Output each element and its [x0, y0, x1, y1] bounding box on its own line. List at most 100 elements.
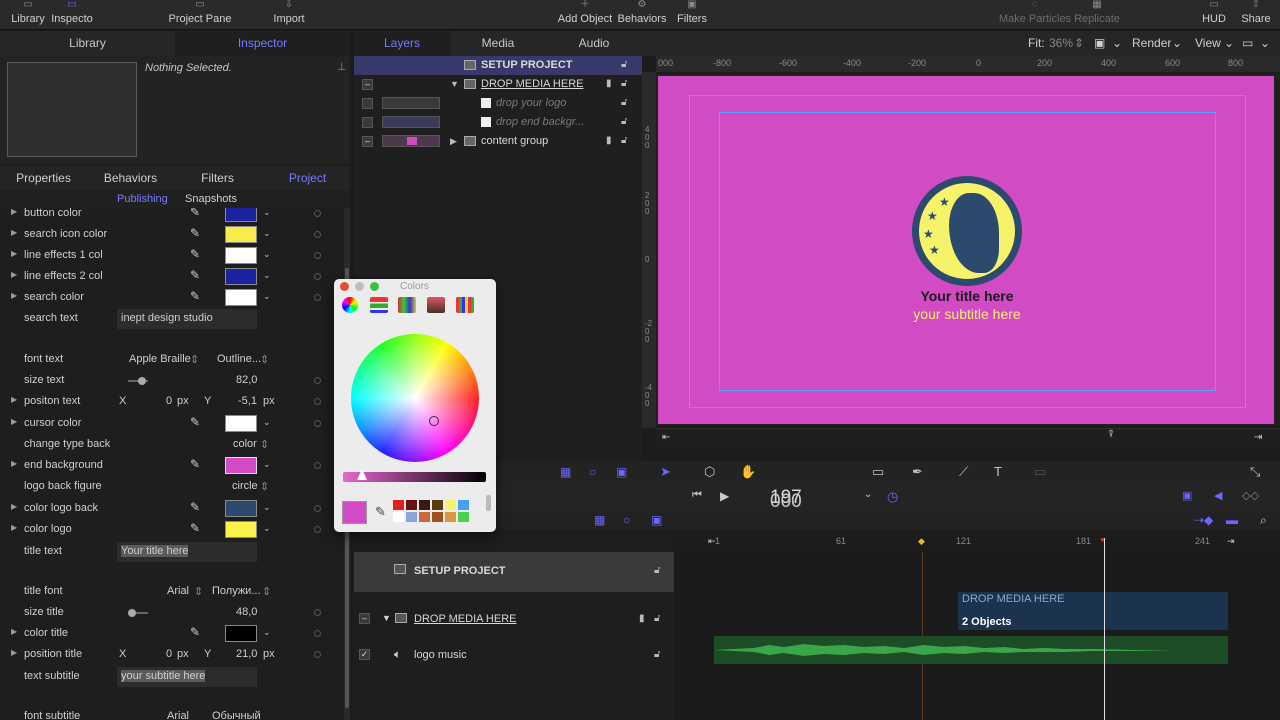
chevron-down-icon[interactable]: ⌄ — [263, 417, 271, 428]
zoom-window-icon[interactable] — [370, 282, 379, 291]
color-swatch[interactable] — [225, 500, 257, 517]
eyedropper-icon[interactable]: ✎ — [190, 521, 200, 535]
font-family-select[interactable]: Arial — [167, 710, 189, 720]
link-icon[interactable]: ▮ — [639, 613, 645, 624]
palette-swatch[interactable] — [445, 512, 456, 522]
disclosure-arrow-icon[interactable]: ▶ — [11, 270, 17, 279]
slider-knob[interactable] — [138, 377, 146, 385]
mini-playhead-icon[interactable]: ⍒ — [1108, 429, 1114, 440]
stack-icon[interactable]: ▣ — [616, 465, 627, 479]
keyframe-dot-icon[interactable] — [314, 420, 321, 427]
tab-layers[interactable]: Layers — [354, 31, 450, 56]
chevron-down-icon[interactable]: ⌄ — [263, 208, 271, 218]
playhead-marker-icon[interactable]: ⯆ — [1099, 536, 1106, 547]
image-palette-mode-icon[interactable] — [427, 297, 445, 313]
font-style-select[interactable]: Обычный — [212, 710, 261, 720]
chevron-down-icon[interactable]: ⌄ — [263, 459, 271, 470]
import-button[interactable]: ⇩ Import — [268, 0, 310, 30]
color-swatch[interactable] — [225, 247, 257, 264]
replicate-button[interactable]: ▦ Replicate — [1074, 0, 1120, 30]
palette-swatch[interactable] — [432, 500, 443, 510]
eyedropper-icon[interactable]: ✎ — [190, 415, 200, 429]
lock-icon[interactable]: 🔓︎ — [654, 613, 660, 624]
drop-media-clip[interactable]: DROP MEDIA HERE 2 Objects — [958, 592, 1228, 630]
logo-music-clip[interactable] — [714, 636, 1228, 664]
close-icon[interactable] — [340, 282, 349, 291]
keyframe-dot-icon[interactable] — [314, 252, 321, 259]
go-to-start-icon[interactable]: ⏮ — [692, 489, 702, 502]
color-swatch[interactable] — [225, 268, 257, 285]
chevron-down-icon[interactable]: ⌄ — [263, 502, 271, 513]
track-row[interactable]: – ▼ DROP MEDIA HERE ▮ 🔓︎ — [354, 600, 674, 640]
shape-tool-icon[interactable]: ▭ — [872, 464, 884, 480]
share-button[interactable]: ⇧ Share — [1240, 0, 1272, 30]
canvas-subtitle-text[interactable]: your subtitle here — [858, 306, 1076, 322]
eyedropper-icon[interactable]: ✎ — [190, 247, 200, 261]
chevron-down-icon[interactable]: ⌄ — [1172, 36, 1182, 50]
disclosure-arrow-icon[interactable]: ▶ — [11, 627, 17, 636]
disclosure-arrow-icon[interactable]: ▶ — [11, 648, 17, 657]
color-wheel-mode-icon[interactable] — [342, 297, 358, 313]
chevron-down-icon[interactable]: ⌄ — [1224, 36, 1234, 50]
x-value[interactable]: 0 — [166, 648, 172, 660]
loop-icon[interactable]: ◷ — [887, 489, 898, 505]
layer-row[interactable]: – ▼ DROP MEDIA HERE ▮ 🔓︎ — [354, 75, 642, 94]
disclosure-arrow-icon[interactable]: ▶ — [11, 249, 17, 258]
track-checkbox[interactable]: – — [359, 613, 370, 624]
hand-tool-icon[interactable]: ✋ — [740, 464, 756, 480]
layer-row[interactable]: drop your logo 🔓︎ — [354, 94, 642, 113]
font-family-select[interactable]: Apple Braille — [129, 353, 191, 365]
lock-icon[interactable]: 🔓︎ — [621, 97, 627, 108]
eyedropper-icon[interactable]: ✎ — [190, 226, 200, 240]
clip-icon[interactable]: ▣ — [1182, 489, 1192, 502]
behaviors-button[interactable]: ⚙ Behaviors — [617, 0, 667, 30]
brightness-slider[interactable] — [343, 469, 486, 482]
disclosure-arrow-icon[interactable]: ▶ — [11, 459, 17, 468]
logo-figure-select[interactable]: circle — [232, 480, 258, 492]
render-menu[interactable]: Render — [1132, 36, 1171, 50]
out-point-icon[interactable]: ⇥ — [1254, 432, 1262, 443]
play-icon[interactable]: ▶ — [720, 489, 729, 503]
palette-swatch[interactable] — [406, 512, 417, 522]
lock-icon[interactable]: 🔓︎ — [621, 78, 627, 89]
chevron-down-icon[interactable]: ⌄ — [263, 523, 271, 534]
lock-icon[interactable]: 🔓︎ — [621, 116, 627, 127]
layer-row[interactable]: SETUP PROJECT 🔓︎ — [354, 56, 642, 75]
chevron-down-icon[interactable]: ⌄ — [263, 228, 271, 239]
palette-swatch[interactable] — [458, 512, 469, 522]
lock-icon[interactable]: 🔓︎ — [621, 59, 627, 70]
disclosure-arrow-icon[interactable]: ▶ — [11, 523, 17, 532]
lock-icon[interactable]: 🔓︎ — [621, 135, 627, 146]
color-swatch[interactable] — [225, 289, 257, 306]
track-row[interactable]: SETUP PROJECT 🔓︎ — [354, 552, 674, 592]
timeline-tracks[interactable]: DROP MEDIA HERE 2 Objects — [674, 538, 1280, 720]
tab-snapshots[interactable]: Snapshots — [185, 193, 237, 205]
palette-swatch[interactable] — [419, 512, 430, 522]
palette-swatch[interactable] — [445, 500, 456, 510]
palette-swatch[interactable] — [458, 500, 469, 510]
y-value[interactable]: 21,0 — [236, 648, 257, 660]
palette-swatch[interactable] — [393, 500, 404, 510]
pin-icon[interactable]: ⊥ — [337, 60, 347, 73]
keyframe-dot-icon[interactable] — [314, 630, 321, 637]
search-text-field[interactable]: inept design studio — [117, 309, 257, 329]
eyedropper-icon[interactable]: ✎ — [190, 500, 200, 514]
disclosure-down-icon[interactable]: ▼ — [450, 79, 459, 89]
playhead-line[interactable] — [1104, 538, 1105, 720]
layer-checkbox[interactable] — [362, 98, 373, 109]
chevron-down-icon[interactable]: ⌄ — [263, 249, 271, 260]
tab-publishing[interactable]: Publishing — [117, 193, 168, 205]
current-color-swatch[interactable] — [342, 501, 367, 524]
zoom-icon[interactable]: ⌕ — [1260, 513, 1267, 528]
canvas-frame[interactable]: ★ ★ ★ ★ Your title here your subtitle he… — [658, 76, 1274, 424]
lock-icon[interactable]: 🔓︎ — [654, 565, 660, 576]
project-pane-button[interactable]: ▭ Project Pane — [165, 0, 235, 30]
palette-swatch[interactable] — [406, 500, 417, 510]
keyframe-dot-icon[interactable] — [314, 462, 321, 469]
transform-tool-icon[interactable]: ⬡ — [704, 464, 715, 480]
stack-icon[interactable]: ▣ — [651, 513, 662, 527]
add-object-button[interactable]: ＋ Add Object — [557, 0, 613, 30]
disclosure-right-icon[interactable]: ▶ — [450, 136, 457, 147]
inspector-toolbar-button[interactable]: ▭ Inspecto — [50, 0, 94, 30]
eyedropper-icon[interactable]: ✎ — [190, 457, 200, 471]
